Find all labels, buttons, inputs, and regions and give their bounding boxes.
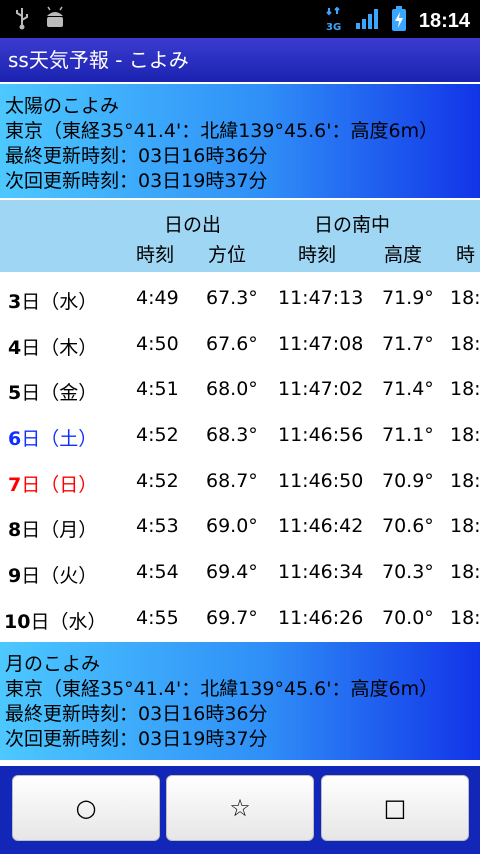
row-sunset: 18: <box>450 287 480 309</box>
circle-button[interactable]: ○ <box>12 775 160 841</box>
row-azimuth: 69.7° <box>206 606 258 629</box>
row-sunrise: 4:49 <box>136 287 179 309</box>
row-transit: 11:46:56 <box>278 424 364 447</box>
usb-icon <box>14 6 30 34</box>
row-transit: 11:46:34 <box>278 561 364 584</box>
row-sunset: 18: <box>450 332 480 355</box>
row-sunrise: 4:50 <box>136 332 179 355</box>
row-transit: 11:47:08 <box>278 332 364 355</box>
row-date: 3日（水） <box>8 291 98 313</box>
row-transit: 11:47:02 <box>278 378 364 401</box>
row-sunset: 18: <box>450 606 480 629</box>
row-sunset: 18: <box>450 561 480 584</box>
row-azimuth: 69.4° <box>206 561 258 584</box>
row-altitude: 71.7° <box>382 332 434 355</box>
row-azimuth: 67.3° <box>206 287 258 309</box>
app-title-bar: ss天気予報 - こよみ <box>0 38 480 82</box>
row-transit: 11:47:13 <box>278 287 364 309</box>
header-sunrise-azimuth: 方位 <box>208 244 247 266</box>
row-sunrise: 4:54 <box>136 561 179 584</box>
row-azimuth: 69.0° <box>206 515 258 538</box>
bottom-toolbar: ○ ☆ □ <box>0 766 480 854</box>
table-row: 4日（木） 4:50 67.6° 11:47:08 71.7° 18: <box>0 322 480 368</box>
sun-panel-next-update: 次回更新時刻：03日19時37分 <box>5 170 268 192</box>
row-date-saturday: 6日（土） <box>8 428 98 451</box>
sun-panel-location: 東京（東経35°41.4'：北緯139°45.6'：高度6m） <box>5 120 439 142</box>
table-row: 3日（水） 4:49 67.3° 11:47:13 71.9° 18: <box>0 276 480 322</box>
row-altitude: 70.9° <box>382 469 434 492</box>
row-altitude: 71.4° <box>382 378 434 401</box>
row-azimuth: 68.0° <box>206 378 258 401</box>
moon-almanac-panel: 月のこよみ 東京（東経35°41.4'：北緯139°45.6'：高度6m） 最終… <box>0 642 480 760</box>
header-sunrise-group: 日の出 <box>164 214 222 236</box>
table-row: 9日（火） 4:54 69.4° 11:46:34 70.3° 18: <box>0 550 480 596</box>
moon-panel-last-update: 最終更新時刻：03日16時36分 <box>5 703 268 725</box>
row-transit: 11:46:26 <box>278 606 364 629</box>
row-sunset: 18: <box>450 378 480 401</box>
table-row: 8日（月） 4:53 69.0° 11:46:42 70.6° 18: <box>0 504 480 550</box>
network-3g-icon: 3G <box>325 6 343 36</box>
row-altitude: 70.0° <box>382 606 434 629</box>
row-azimuth: 68.3° <box>206 424 258 447</box>
status-bar: 3G 18:14 <box>0 0 480 38</box>
table-row: 6日（土） 4:52 68.3° 11:46:56 71.1° 18: <box>0 413 480 459</box>
table-row: 10日（水） 4:55 69.7° 11:46:26 70.0° 18: <box>0 596 480 642</box>
app-title: ss天気予報 - こよみ <box>8 48 189 72</box>
header-transit-altitude: 高度 <box>384 244 423 266</box>
row-sunrise: 4:51 <box>136 378 179 401</box>
row-sunrise: 4:55 <box>136 606 179 629</box>
row-altitude: 71.9° <box>382 287 434 309</box>
row-date: 5日（金） <box>8 382 98 405</box>
header-transit-group: 日の南中 <box>314 214 391 236</box>
almanac-table: 3日（水） 4:49 67.3° 11:47:13 71.9° 18: 4日（木… <box>0 276 480 642</box>
clock: 18:14 <box>418 9 470 32</box>
row-date-sunday: 7日（日） <box>8 473 98 496</box>
row-sunset: 18: <box>450 424 480 447</box>
table-row: 5日（金） 4:51 68.0° 11:47:02 71.4° 18: <box>0 367 480 413</box>
row-sunset: 18: <box>450 469 480 492</box>
row-altitude: 71.1° <box>382 424 434 447</box>
header-sunset-time: 時 <box>456 244 476 266</box>
header-sunrise-time: 時刻 <box>136 244 175 266</box>
row-date: 4日（木） <box>8 336 98 359</box>
signal-strength-icon <box>355 8 379 34</box>
android-debug-icon <box>44 6 66 34</box>
star-button[interactable]: ☆ <box>166 775 314 841</box>
row-date: 9日（火） <box>8 565 98 588</box>
moon-panel-title: 月のこよみ <box>5 653 101 675</box>
row-altitude: 70.6° <box>382 515 434 538</box>
row-altitude: 70.3° <box>382 561 434 584</box>
table-header: 日の出 日の南中 時刻 方位 時刻 高度 時 <box>0 200 480 272</box>
moon-panel-next-update: 次回更新時刻：03日19時37分 <box>5 728 268 750</box>
row-sunset: 18: <box>450 515 480 538</box>
row-date: 8日（月） <box>8 519 98 542</box>
row-date: 10日（水） <box>4 610 107 633</box>
row-sunrise: 4:53 <box>136 515 179 538</box>
battery-charging-icon <box>391 6 407 36</box>
row-transit: 11:46:50 <box>278 469 364 492</box>
row-sunrise: 4:52 <box>136 469 179 492</box>
sun-panel-last-update: 最終更新時刻：03日16時36分 <box>5 145 268 167</box>
moon-panel-location: 東京（東経35°41.4'：北緯139°45.6'：高度6m） <box>5 678 439 700</box>
row-azimuth: 67.6° <box>206 332 258 355</box>
table-row: 7日（日） 4:52 68.7° 11:46:50 70.9° 18: <box>0 459 480 505</box>
sun-panel-title: 太陽のこよみ <box>5 95 120 117</box>
sun-almanac-panel: 太陽のこよみ 東京（東経35°41.4'：北緯139°45.6'：高度6m） 最… <box>0 84 480 198</box>
svg-text:3G: 3G <box>326 22 341 32</box>
square-button[interactable]: □ <box>321 775 469 841</box>
header-transit-time: 時刻 <box>298 244 337 266</box>
row-azimuth: 68.7° <box>206 469 258 492</box>
row-transit: 11:46:42 <box>278 515 364 538</box>
row-sunrise: 4:52 <box>136 424 179 447</box>
